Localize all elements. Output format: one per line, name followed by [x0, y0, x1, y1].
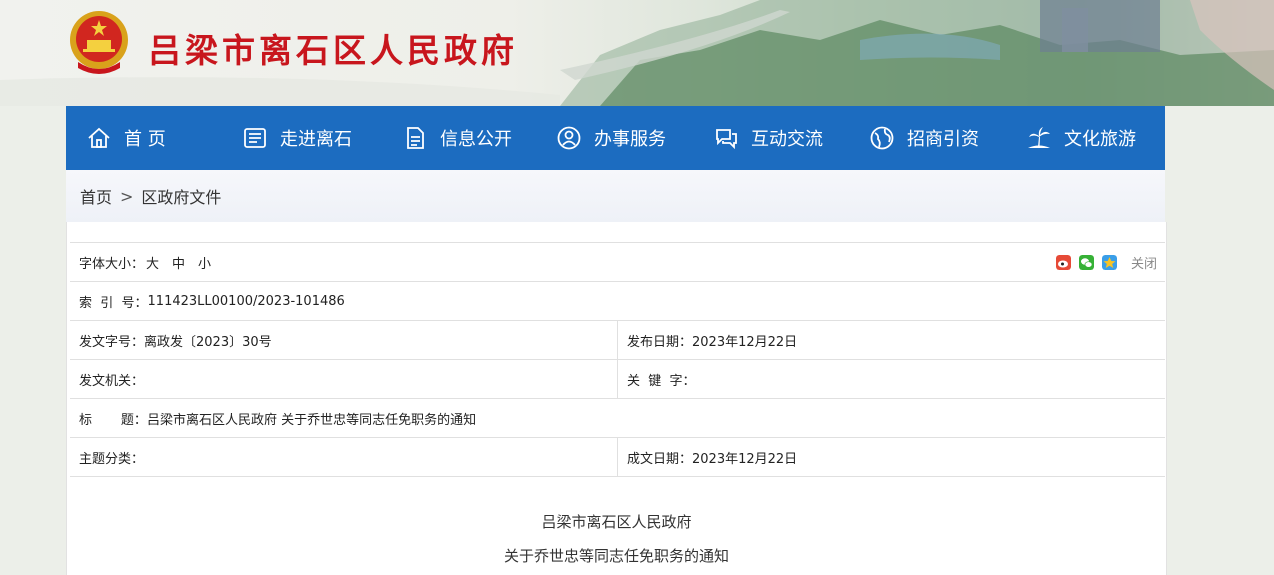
chat-icon	[716, 129, 737, 150]
main-nav: 首 页 走进离石 信息公开 办事服务 互动交流 招商引资 文化旅游	[66, 106, 1165, 170]
title-row: 标 题： 吕梁市离石区人民政府 关于乔世忠等同志任免职务的通知	[70, 399, 1165, 438]
doc-number-value: 离政发〔2023〕30号	[144, 334, 272, 350]
nav-item-interaction[interactable]: 互动交流	[713, 106, 823, 170]
document-issuer-line: 吕梁市离石区人民政府	[541, 513, 692, 531]
font-size-small-button[interactable]: 小	[198, 253, 211, 272]
topic-label: 主题分类：	[79, 451, 145, 467]
font-size-row: 字体大小： 大 中 小 关闭	[70, 243, 1165, 282]
topic-row: 主题分类： 成文日期： 2023年12月22日	[70, 438, 1165, 477]
close-button[interactable]: 关闭	[1131, 253, 1157, 272]
nav-item-info-disclosure[interactable]: 信息公开	[402, 106, 512, 170]
nav-label-info-disclosure: 信息公开	[440, 129, 512, 150]
index-value: 111423LL00100/2023-101486	[147, 293, 345, 309]
qzone-icon[interactable]	[1101, 254, 1117, 270]
publish-date-value: 2023年12月22日	[692, 334, 798, 350]
created-date-label: 成文日期：	[627, 451, 693, 467]
breadcrumb-home-link[interactable]: 首页	[80, 184, 112, 208]
nav-label-investment: 招商引资	[907, 129, 979, 150]
nav-item-services[interactable]: 办事服务	[556, 106, 666, 170]
home-icon	[88, 127, 110, 148]
title-label: 标 题：	[79, 412, 147, 428]
site-header: 吕梁市离石区人民政府	[0, 0, 1274, 106]
content-panel: 字体大小： 大 中 小 关闭 索 引 号： 111423LL00100/2023…	[66, 222, 1167, 575]
wechat-icon[interactable]	[1078, 254, 1094, 270]
nav-item-about[interactable]: 走进离石	[242, 106, 352, 170]
index-label: 索 引 号：	[79, 295, 148, 311]
nav-item-tourism[interactable]: 文化旅游	[1026, 106, 1136, 170]
keywords-label: 关 键 字：	[627, 373, 696, 389]
nav-label-services: 办事服务	[594, 129, 666, 150]
document-icon	[407, 127, 424, 149]
nav-label-home: 首 页	[124, 129, 166, 150]
nav-item-home[interactable]: 首 页	[86, 106, 166, 170]
document-title-line: 关于乔世忠等同志任免职务的通知	[503, 547, 729, 565]
breadcrumb: 首页 > 区政府文件	[66, 170, 1165, 222]
document-meta-table: 字体大小： 大 中 小 关闭 索 引 号： 111423LL00100/2023…	[70, 242, 1165, 477]
font-size-large-button[interactable]: 大	[146, 253, 159, 272]
nav-label-tourism: 文化旅游	[1064, 129, 1136, 150]
globe-icon	[870, 126, 894, 150]
issuer-label: 发文机关：	[79, 373, 145, 389]
issuer-row: 发文机关： 关 键 字：	[70, 360, 1165, 399]
doc-number-row: 发文字号： 离政发〔2023〕30号 发布日期： 2023年12月22日	[70, 321, 1165, 360]
nav-label-about: 走进离石	[280, 129, 352, 150]
site-title: 吕梁市离石区人民政府	[148, 31, 518, 70]
book-icon	[244, 128, 266, 148]
title-value: 吕梁市离石区人民政府 关于乔世忠等同志任免职务的通知	[146, 412, 477, 428]
breadcrumb-current-link[interactable]: 区政府文件	[141, 184, 221, 208]
doc-number-label: 发文字号：	[79, 334, 145, 350]
publish-date-label: 发布日期：	[627, 334, 693, 350]
font-size-medium-button[interactable]: 中	[172, 253, 185, 272]
index-row: 索 引 号： 111423LL00100/2023-101486	[70, 282, 1165, 321]
share-buttons: 关闭	[1048, 253, 1157, 272]
palm-tree-icon	[1028, 127, 1050, 148]
font-size-label: 字体大小：	[79, 256, 145, 272]
user-service-icon	[557, 126, 581, 150]
national-emblem-icon	[70, 11, 128, 74]
nav-label-interaction: 互动交流	[751, 129, 823, 150]
nav-item-investment[interactable]: 招商引资	[869, 106, 979, 170]
breadcrumb-separator: >	[120, 186, 134, 206]
weibo-icon[interactable]	[1055, 254, 1071, 270]
created-date-value: 2023年12月22日	[692, 451, 798, 467]
